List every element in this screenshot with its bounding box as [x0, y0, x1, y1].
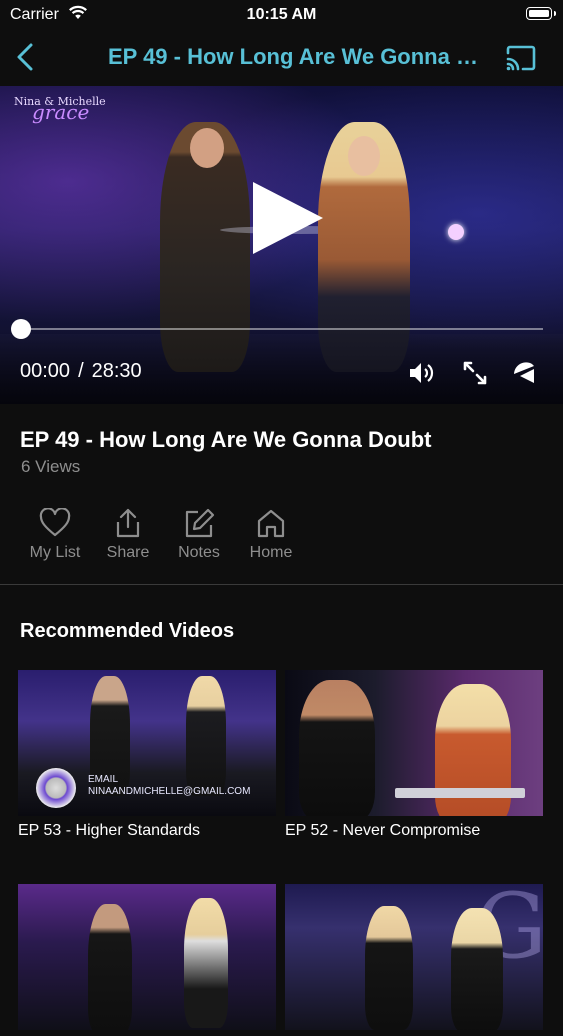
video-title: EP 49 - How Long Are We Gonna Doubt — [20, 427, 432, 452]
recommended-video-card[interactable]: G — [285, 884, 543, 1036]
current-time: 00:00 — [20, 360, 71, 382]
host-left — [160, 122, 250, 372]
navigation-bar: EP 49 - How Long Are We Gonna Doubt — [0, 30, 563, 86]
nav-title: EP 49 - How Long Are We Gonna Doubt — [108, 44, 482, 69]
edit-icon — [185, 508, 215, 538]
airplay-icon — [514, 362, 534, 383]
show-logo: Nina & Michelle grace — [14, 96, 106, 123]
email-overlay: EMAIL NINAANDMICHELLE@GMAIL.COM — [88, 774, 250, 798]
play-button[interactable] — [253, 182, 323, 254]
video-thumbnail[interactable]: EMAIL NINAANDMICHELLE@GMAIL.COM — [18, 670, 276, 816]
email-overlay-address: NINAANDMICHELLE@GMAIL.COM — [88, 786, 251, 797]
home-button[interactable]: Home — [234, 508, 308, 562]
battery-icon — [526, 7, 556, 20]
share-icon — [116, 508, 140, 538]
share-button[interactable]: Share — [91, 508, 165, 562]
video-thumbnail[interactable] — [285, 670, 543, 816]
fullscreen-button[interactable] — [462, 360, 488, 391]
home-label: Home — [249, 544, 293, 561]
notes-button[interactable]: Notes — [162, 508, 236, 562]
status-bar: Carrier 10:15 AM — [0, 0, 563, 30]
cd-graphic — [36, 768, 76, 808]
video-card-title: EP 53 - Higher Standards — [18, 822, 201, 839]
video-card-title: EP 52 - Never Compromise — [285, 822, 481, 839]
view-count: 6 Views — [21, 457, 81, 476]
my-list-label: My List — [29, 544, 81, 561]
volume-button[interactable] — [408, 360, 436, 391]
stage-flower-light — [448, 224, 464, 240]
clock: 10:15 AM — [246, 6, 317, 23]
heart-icon — [39, 508, 71, 537]
recommended-video-card[interactable]: EMAIL NINAANDMICHELLE@GMAIL.COM EP 53 - … — [18, 670, 276, 840]
seek-knob[interactable] — [11, 319, 31, 339]
video-player[interactable]: Nina & Michelle grace 00:00 / 28:30 — [0, 86, 563, 404]
home-icon — [257, 509, 285, 538]
video-thumbnail[interactable] — [18, 884, 276, 1030]
share-label: Share — [106, 544, 150, 561]
airplay-button[interactable] — [512, 360, 538, 391]
expand-icon — [463, 361, 487, 385]
cast-icon — [506, 45, 536, 71]
section-divider — [0, 584, 563, 585]
chevron-left-icon — [17, 43, 33, 71]
recommended-heading: Recommended Videos — [20, 620, 235, 642]
recommended-video-card[interactable] — [18, 884, 276, 1036]
notes-label: Notes — [178, 544, 220, 561]
video-thumbnail[interactable]: G — [285, 884, 543, 1030]
speaker-icon — [410, 363, 434, 383]
time-separator: / — [78, 360, 84, 382]
my-list-button[interactable]: My List — [18, 508, 92, 562]
back-button[interactable] — [14, 42, 38, 77]
duration: 28:30 — [91, 360, 142, 382]
host-right — [318, 122, 410, 372]
time-display: 00:00 / 28:30 — [20, 360, 142, 383]
seek-bar[interactable] — [11, 319, 543, 339]
cast-button[interactable] — [505, 45, 537, 76]
email-overlay-label: EMAIL — [88, 774, 119, 785]
recommended-video-card[interactable]: EP 52 - Never Compromise — [285, 670, 543, 840]
